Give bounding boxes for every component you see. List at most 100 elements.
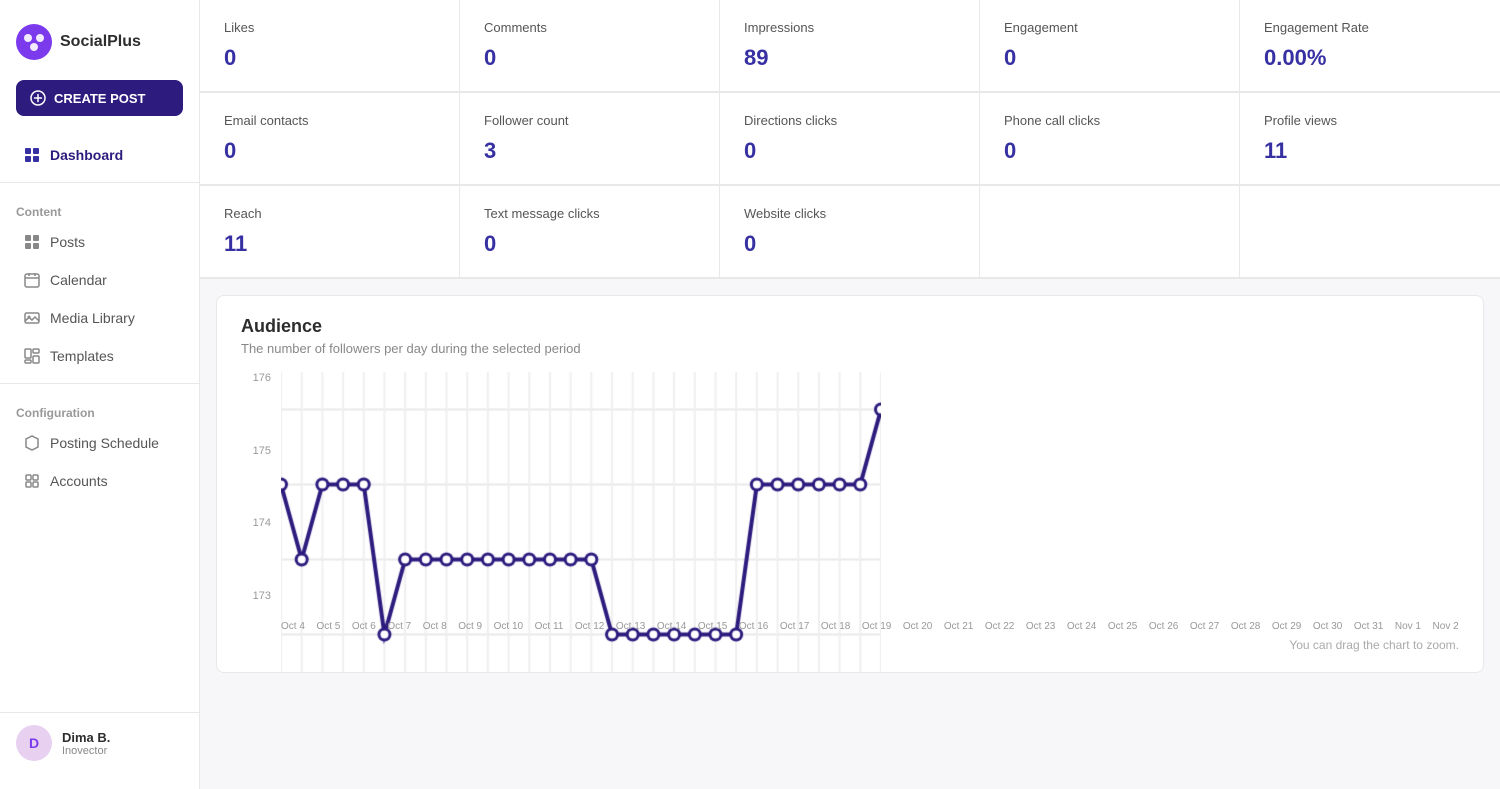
- chart-x-label: Oct 7: [387, 621, 411, 632]
- stats-row-2: Email contacts 0 Follower count 3 Direct…: [200, 93, 1500, 186]
- stat-card-profile-views: Profile views 11: [1240, 93, 1500, 185]
- chart-x-label: Oct 31: [1354, 621, 1383, 632]
- chart-x-label: Oct 16: [739, 621, 768, 632]
- user-company: Inovector: [62, 745, 110, 757]
- stat-card-phone-call-clicks: Phone call clicks 0: [980, 93, 1240, 185]
- audience-chart[interactable]: 176 175 174 173 Oct 4 Oct 5 Oct 6 Oct 7 Oct 8 Oc…: [241, 372, 1459, 632]
- stat-label-directions-clicks: Directions clicks: [744, 113, 955, 128]
- sidebar: SocialPlus CREATE POST Dashboard Content…: [0, 0, 200, 789]
- stat-value-email-contacts: 0: [224, 138, 435, 164]
- chart-x-label: Oct 19: [862, 621, 891, 632]
- content-section-label: Content: [0, 191, 199, 223]
- stat-card-engagement-rate: Engagement Rate 0.00%: [1240, 0, 1500, 92]
- stats-row-3: Reach 11 Text message clicks 0 Website c…: [200, 186, 1500, 279]
- chart-x-label: Oct 13: [616, 621, 645, 632]
- media-library-icon: [24, 310, 40, 326]
- chart-x-label: Oct 28: [1231, 621, 1260, 632]
- chart-x-label: Nov 2: [1433, 621, 1459, 632]
- chart-y-label: 173: [253, 590, 271, 602]
- chart-y-label: 176: [253, 372, 271, 384]
- sidebar-item-calendar[interactable]: Calendar: [8, 262, 191, 298]
- stat-card-impressions: Impressions 89: [720, 0, 980, 92]
- chart-x-label: Oct 15: [698, 621, 727, 632]
- avatar: D: [16, 725, 52, 761]
- chart-x-label: Oct 21: [944, 621, 973, 632]
- stat-card-engagement: Engagement 0: [980, 0, 1240, 92]
- chart-x-label: Oct 23: [1026, 621, 1055, 632]
- stat-value-reach: 11: [224, 231, 435, 257]
- chart-x-label: Oct 6: [352, 621, 376, 632]
- socialplus-logo-icon: [16, 24, 52, 60]
- sidebar-item-dashboard[interactable]: Dashboard: [8, 137, 191, 173]
- stat-label-website-clicks: Website clicks: [744, 206, 955, 221]
- templates-icon: [24, 348, 40, 364]
- stat-label-follower-count: Follower count: [484, 113, 695, 128]
- audience-title: Audience: [241, 316, 1459, 337]
- chart-x-label: Oct 26: [1149, 621, 1178, 632]
- audience-subtitle: The number of followers per day during t…: [241, 341, 1459, 356]
- chart-x-label: Oct 25: [1108, 621, 1137, 632]
- chart-x-label: Oct 27: [1190, 621, 1219, 632]
- sidebar-item-media-library[interactable]: Media Library: [8, 300, 191, 336]
- stat-card-directions-clicks: Directions clicks 0: [720, 93, 980, 185]
- create-post-icon: [30, 90, 46, 106]
- audience-section: Audience The number of followers per day…: [216, 295, 1484, 673]
- sidebar-item-posting-schedule[interactable]: Posting Schedule: [8, 425, 191, 461]
- posting-schedule-icon: [24, 435, 40, 451]
- logo-area: SocialPlus: [0, 16, 199, 80]
- stat-label-email-contacts: Email contacts: [224, 113, 435, 128]
- sidebar-item-posts[interactable]: Posts: [8, 224, 191, 260]
- stat-label-engagement-rate: Engagement Rate: [1264, 20, 1476, 35]
- accounts-icon: [24, 473, 40, 489]
- chart-x-label: Nov 1: [1395, 621, 1421, 632]
- chart-y-label: 174: [253, 517, 271, 529]
- stat-card-email-contacts: Email contacts 0: [200, 93, 460, 185]
- stat-card-website-clicks: Website clicks 0: [720, 186, 980, 278]
- stats-row-1: Likes 0 Comments 0 Impressions 89 Engage…: [200, 0, 1500, 93]
- chart-x-label: Oct 22: [985, 621, 1014, 632]
- chart-y-label: 175: [253, 445, 271, 457]
- stat-value-engagement: 0: [1004, 45, 1215, 71]
- chart-x-label: Oct 24: [1067, 621, 1096, 632]
- stat-value-impressions: 89: [744, 45, 955, 71]
- stat-label-reach: Reach: [224, 206, 435, 221]
- stat-value-follower-count: 3: [484, 138, 695, 164]
- chart-x-label: Oct 14: [657, 621, 686, 632]
- stat-value-profile-views: 11: [1264, 138, 1476, 164]
- stat-card-comments: Comments 0: [460, 0, 720, 92]
- stat-value-text-message-clicks: 0: [484, 231, 695, 257]
- sidebar-item-templates[interactable]: Templates: [8, 338, 191, 374]
- user-profile-area[interactable]: D Dima B. Inovector: [0, 712, 199, 773]
- chart-x-label: Oct 30: [1313, 621, 1342, 632]
- chart-y-axis: 176 175 174 173: [241, 372, 277, 602]
- app-name: SocialPlus: [60, 33, 141, 51]
- sidebar-item-accounts[interactable]: Accounts: [8, 463, 191, 499]
- chart-x-label: Oct 17: [780, 621, 809, 632]
- posts-icon: [24, 234, 40, 250]
- chart-x-label: Oct 8: [423, 621, 447, 632]
- chart-x-label: Oct 10: [494, 621, 523, 632]
- configuration-section-label: Configuration: [0, 392, 199, 424]
- chart-x-label: Oct 29: [1272, 621, 1301, 632]
- stat-value-directions-clicks: 0: [744, 138, 955, 164]
- chart-x-axis: Oct 4Oct 5Oct 6Oct 7Oct 8Oct 9Oct 10Oct …: [281, 604, 1459, 632]
- stat-card-likes: Likes 0: [200, 0, 460, 92]
- stat-card-follower-count: Follower count 3: [460, 93, 720, 185]
- stat-value-likes: 0: [224, 45, 435, 71]
- calendar-icon: [24, 272, 40, 288]
- chart-x-label: Oct 5: [316, 621, 340, 632]
- stat-label-text-message-clicks: Text message clicks: [484, 206, 695, 221]
- stat-card-text-message-clicks: Text message clicks 0: [460, 186, 720, 278]
- create-post-button[interactable]: CREATE POST: [16, 80, 183, 116]
- chart-x-label: Oct 4: [281, 621, 305, 632]
- stat-value-phone-call-clicks: 0: [1004, 138, 1215, 164]
- stat-card-reach: Reach 11: [200, 186, 460, 278]
- chart-x-label: Oct 12: [575, 621, 604, 632]
- stat-label-phone-call-clicks: Phone call clicks: [1004, 113, 1215, 128]
- stat-label-comments: Comments: [484, 20, 695, 35]
- chart-x-label: Oct 18: [821, 621, 850, 632]
- main-content: Likes 0 Comments 0 Impressions 89 Engage…: [200, 0, 1500, 789]
- stat-value-website-clicks: 0: [744, 231, 955, 257]
- stat-label-likes: Likes: [224, 20, 435, 35]
- stat-value-engagement-rate: 0.00%: [1264, 45, 1476, 71]
